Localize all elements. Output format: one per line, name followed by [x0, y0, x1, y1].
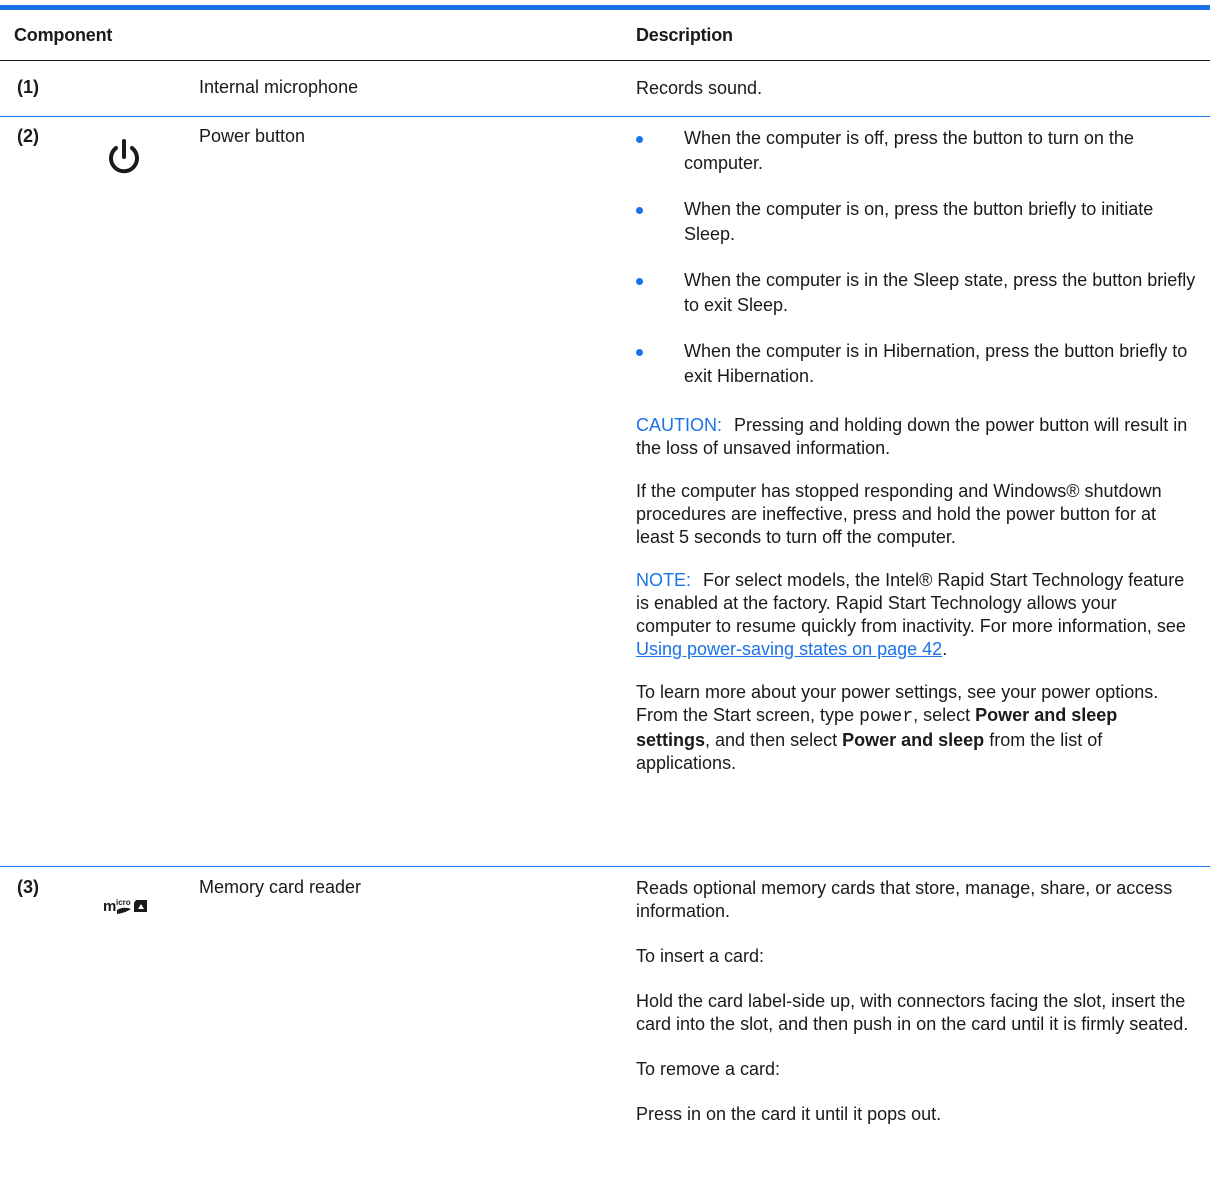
power-settings-paragraph: To learn more about your power settings,… — [636, 682, 1159, 773]
caution-note: CAUTION: Pressing and holding down the po… — [636, 414, 1196, 460]
svg-text:m: m — [103, 898, 116, 915]
component-name: Memory card reader — [199, 877, 362, 897]
code-power: power — [859, 707, 914, 727]
bullet-list: When the computer is off, press the butt… — [636, 126, 1196, 389]
note-label: NOTE: — [636, 570, 692, 590]
description-paragraph: Reads optional memory cards that store, … — [636, 878, 1173, 921]
row-number: (1) — [17, 77, 39, 97]
component-name: Internal microphone — [199, 77, 359, 97]
description-paragraph: Hold the card label-side up, with connec… — [636, 991, 1189, 1034]
power-saving-link[interactable]: Using power-saving states on page 42 — [636, 639, 942, 659]
description-paragraph: To remove a card: — [636, 1059, 781, 1079]
svg-text:icro: icro — [116, 898, 131, 907]
component-name: Power button — [199, 126, 306, 146]
bullet-icon — [636, 278, 643, 285]
component-description: Records sound. — [636, 77, 1196, 100]
microsd-icon: m icro — [103, 898, 147, 915]
bullet-icon — [636, 136, 643, 143]
list-item: When the computer is off, press the butt… — [636, 126, 1196, 176]
table-header: Component Description — [0, 10, 1210, 61]
note-text: For select models, the Intel® Rapid Star… — [636, 570, 1186, 636]
table-row: (2) Power button When the computer is of… — [0, 116, 1210, 867]
description-paragraph: To insert a card: — [636, 946, 765, 966]
header-component: Component — [14, 25, 113, 45]
description-paragraph: Press in on the card it until it pops ou… — [636, 1104, 942, 1124]
bullet-icon — [636, 207, 643, 214]
component-description: Reads optional memory cards that store, … — [636, 877, 1196, 1126]
list-item: When the computer is in Hibernation, pre… — [636, 339, 1196, 389]
row-number: (3) — [17, 877, 39, 897]
row-number: (2) — [17, 126, 39, 146]
power-icon — [109, 139, 139, 174]
list-item: When the computer is on, press the butto… — [636, 197, 1196, 247]
unresponsive-paragraph: If the computer has stopped responding a… — [636, 481, 1162, 547]
component-description: When the computer is off, press the butt… — [636, 126, 1196, 775]
header-description: Description — [636, 25, 733, 45]
bullet-icon — [636, 349, 643, 356]
table-row: (3) m icro Memory card reader Reads opti… — [0, 867, 1210, 1188]
table-row: (1) Internal microphone Records sound. — [0, 61, 1210, 117]
list-item: When the computer is in the Sleep state,… — [636, 268, 1196, 318]
note: NOTE: For select models, the Intel® Rapid… — [636, 570, 1186, 659]
caution-label: CAUTION: — [636, 415, 723, 435]
description-text: Records sound. — [636, 78, 763, 98]
